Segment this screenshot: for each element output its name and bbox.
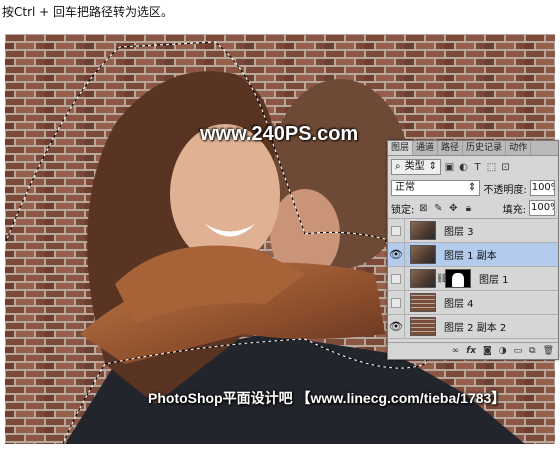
instruction-text: 按Ctrl + 回车把路径转为选区。 [2, 5, 174, 19]
layer-name: 图层 2 副本 2 [444, 323, 507, 334]
opacity-label: 不透明度: [483, 184, 527, 196]
search-icon: ⌕ [395, 161, 401, 172]
folder-icon[interactable]: ▭ [514, 346, 523, 356]
smart-object-filter-icon[interactable]: ⊡ [500, 162, 511, 173]
visibility-toggle[interactable] [388, 219, 405, 242]
layer-thumbnail [410, 293, 436, 312]
layer-row-selected[interactable]: 👁︎ 图层 1 副本 [388, 243, 558, 267]
visibility-toggle[interactable]: 👁︎ [388, 315, 405, 338]
layer-name: 图层 3 [444, 227, 474, 238]
link-icon[interactable]: ∞ [452, 346, 460, 356]
layers-list: 图层 3 👁︎ 图层 1 副本 ⛓︎ 图层 1 图层 4 👁︎ 图层 2 副本 … [388, 219, 558, 339]
layer-row[interactable]: ⛓︎ 图层 1 [388, 267, 558, 291]
layer-row[interactable]: 👁︎ 图层 2 副本 2 [388, 315, 558, 339]
visibility-off-box [391, 225, 401, 236]
lock-move-icon[interactable]: ✥ [447, 202, 459, 214]
visibility-toggle[interactable]: 👁︎ [388, 243, 405, 266]
panel-tabs: 图层 通道 路径 历史记录 动作 [388, 141, 558, 156]
layer-name: 图层 4 [444, 299, 474, 310]
panel-footer: ∞ fx ◙ ◑ ▭ ⧉ 🗑︎ [388, 342, 558, 359]
filter-kind-label: 类型 [404, 161, 425, 172]
eye-icon: 👁︎ [389, 320, 403, 333]
tab-actions[interactable]: 动作 [506, 141, 532, 155]
opacity-field[interactable]: 100% [529, 180, 555, 196]
layer-thumbnail [410, 317, 436, 336]
type-filter-icon[interactable]: T [472, 162, 483, 173]
layer-mask-thumbnail[interactable] [445, 269, 471, 288]
layer-row[interactable]: 图层 4 [388, 291, 558, 315]
tab-channels[interactable]: 通道 [413, 141, 439, 155]
visibility-off-box [391, 273, 401, 284]
blend-mode-label: 正常 [395, 182, 415, 193]
layer-name: 图层 1 [479, 275, 509, 286]
adjustment-icon[interactable]: ◑ [499, 346, 507, 356]
pixel-filter-icon[interactable]: ▣ [444, 162, 455, 173]
layer-row[interactable]: 图层 3 [388, 219, 558, 243]
visibility-off-box [391, 297, 401, 308]
trash-icon[interactable]: 🗑︎ [543, 346, 554, 356]
mask-icon[interactable]: ◙ [483, 346, 492, 356]
fill-field[interactable]: 100% [529, 200, 555, 216]
tab-history[interactable]: 历史记录 [463, 141, 507, 155]
chevron-down-icon: ⇕ [428, 161, 437, 172]
lock-transparent-icon[interactable]: ⊠ [417, 202, 429, 214]
layer-thumbnail [410, 245, 436, 264]
lock-label: 锁定: [391, 204, 415, 216]
visibility-toggle[interactable] [388, 291, 405, 314]
blend-mode-select[interactable]: 正常 ⇕ [391, 180, 481, 196]
new-layer-icon[interactable]: ⧉ [529, 346, 535, 356]
eye-icon: 👁︎ [389, 248, 403, 261]
filter-row: ⌕ 类型 ⇕ ▣ ◐ T ⬚ ⊡ [388, 156, 558, 178]
watermark-bottom: PhotoShop平面设计吧 【www.linecg.com/tieba/178… [148, 390, 506, 406]
watermark-top: www.240PS.com [200, 123, 359, 145]
visibility-toggle[interactable] [388, 267, 405, 290]
blend-row: 正常 ⇕ 不透明度: 100% [388, 178, 558, 198]
layer-thumbnail [410, 269, 436, 288]
tab-paths[interactable]: 路径 [438, 141, 464, 155]
filter-kind-select[interactable]: ⌕ 类型 ⇕ [391, 159, 441, 175]
chevron-down-icon: ⇕ [467, 182, 477, 193]
chain-link-icon[interactable]: ⛓︎ [436, 274, 447, 284]
fill-label: 填充: [502, 204, 526, 216]
shape-filter-icon[interactable]: ⬚ [486, 162, 497, 173]
lock-brush-icon[interactable]: ✎ [432, 202, 444, 214]
layers-panel: 图层 通道 路径 历史记录 动作 ⌕ 类型 ⇕ ▣ ◐ T ⬚ ⊡ 正常 ⇕ 不… [387, 140, 559, 360]
adjustment-filter-icon[interactable]: ◐ [458, 162, 469, 173]
lock-all-icon[interactable]: 🔒︎ [462, 202, 474, 214]
layer-name: 图层 1 副本 [444, 251, 497, 262]
layer-thumbnail [410, 221, 436, 240]
fx-icon[interactable]: fx [466, 346, 476, 356]
tab-layers[interactable]: 图层 [388, 141, 414, 155]
lock-row: 锁定: ⊠ ✎ ✥ 🔒︎ 填充: 100% [388, 198, 558, 219]
